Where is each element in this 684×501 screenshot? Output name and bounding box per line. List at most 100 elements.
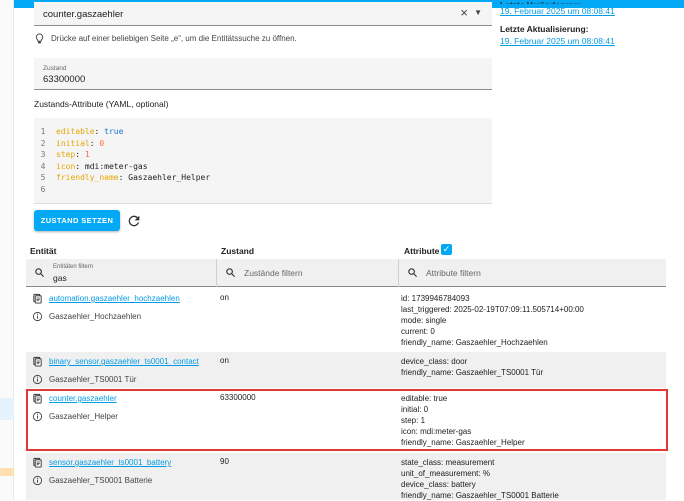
state-timestamps: Letzte Veränderung: 19. Februar 2025 um … [500, 0, 680, 54]
line-number: 3 [40, 150, 46, 159]
entity-id-link[interactable]: automation.gaszaehler_hochzaehlen [49, 294, 180, 303]
attribute-line: current: 0 [401, 327, 435, 336]
entity-select-field[interactable]: counter.gaszaehler × ▼ [34, 2, 492, 26]
yaml-key: icon [56, 161, 76, 171]
attribute-line: id: 1739946784093 [401, 294, 470, 303]
entity-id-link[interactable]: binary_sensor.gaszaehler_ts0001_contact [49, 357, 199, 366]
yaml-colon: : [89, 138, 100, 148]
friendly-name-line: Gaszaehler_Hochzaehlen [32, 311, 141, 322]
table-row[interactable]: sensor.gaszaehler_ts0001_battery Gaszaehl… [26, 453, 666, 500]
table-row[interactable]: binary_sensor.gaszaehler_ts0001_contact G… [26, 352, 666, 388]
chevron-down-icon[interactable]: ▼ [474, 8, 482, 17]
attribute-line: friendly_name: Gaszaehler_Hochzaehlen [401, 338, 548, 347]
yaml-colon: : [94, 127, 105, 136]
attribute-line: mode: single [401, 316, 447, 325]
friendly-name-line: Gaszaehler_TS0001 Batterie [32, 475, 152, 486]
entity-id-line: sensor.gaszaehler_ts0001_battery [32, 457, 171, 468]
info-icon[interactable] [32, 475, 43, 486]
filter-row: Entitäten filtern gas Zustände filtern A… [26, 259, 666, 287]
line-number: 5 [40, 173, 46, 182]
attributes-cell: id: 1739946784093 last_triggered: 2025-02… [401, 293, 584, 348]
search-icon [226, 268, 236, 278]
lightbulb-icon [35, 32, 44, 44]
show-attributes-checkbox[interactable]: ✓ [441, 244, 452, 255]
attributes-cell: state_class: measurement unit_of_measurem… [401, 457, 559, 501]
yaml-value: 0 [99, 138, 105, 148]
friendly-name: Gaszaehler_TS0001 Batterie [49, 476, 153, 485]
sidebar-active-item[interactable] [0, 398, 14, 420]
attribute-filter-input[interactable]: Attribute filtern [399, 259, 666, 287]
set-state-button[interactable]: ZUSTAND SETZEN [34, 210, 120, 231]
last-updated-label: Letzte Aktualisierung: [500, 24, 589, 34]
yaml-key: initial [56, 138, 90, 148]
yaml-key: editable [56, 127, 95, 136]
line-number: 1 [40, 127, 46, 136]
line-number: 2 [40, 138, 46, 148]
entity-select-value: counter.gaszaehler [43, 9, 124, 20]
line-numbers: 1 2 3 4 5 6 [34, 126, 52, 195]
last-changed-link[interactable]: 19. Februar 2025 um 08:08:41 [500, 6, 680, 16]
friendly-name: Gaszaehler_Hochzaehlen [49, 312, 142, 321]
entity-filter-label: Entitäten filtern [53, 264, 94, 270]
friendly-name: Gaszaehler_TS0001 Tür [49, 375, 137, 384]
entity-filter-value: gas [53, 273, 67, 283]
sidebar [0, 0, 14, 500]
attribute-filter-placeholder: Attribute filtern [426, 268, 481, 278]
code-line: friendly_name: Gaszaehler_Helper [56, 172, 210, 184]
clear-icon[interactable]: × [460, 5, 468, 20]
last-updated-link[interactable]: 19. Februar 2025 um 08:08:41 [500, 36, 680, 46]
yaml-colon: : [75, 161, 85, 171]
attribute-line: friendly_name: Gaszaehler_TS0001 Tür [401, 368, 544, 377]
line-number: 4 [40, 161, 46, 171]
refresh-icon[interactable] [126, 213, 142, 229]
code-line: step: 1 [56, 149, 210, 161]
entity-id-line: binary_sensor.gaszaehler_ts0001_contact [32, 356, 199, 367]
yaml-colon: : [75, 150, 85, 159]
search-icon [408, 268, 418, 278]
column-header-entity[interactable]: Entität [30, 246, 56, 256]
attribute-line: device_class: battery [401, 480, 476, 489]
table-row[interactable]: automation.gaszaehler_hochzaehlen Gaszaeh… [26, 289, 666, 350]
yaml-colon: : [118, 173, 129, 182]
attribute-line: device_class: door [401, 357, 468, 366]
code-lines: editable: true initial: 0 step: 1 icon: mdi… [56, 126, 210, 195]
yaml-key: friendly_name [56, 173, 119, 182]
state-filter-placeholder: Zustände filtern [244, 268, 303, 278]
code-line: editable: true [56, 126, 210, 138]
entity-filter-input[interactable]: Entitäten filtern gas [26, 259, 216, 287]
line-number: 6 [40, 184, 46, 194]
state-input[interactable]: Zustand 63300000 [34, 58, 492, 90]
yaml-code-editor[interactable]: 123456 editable: true initial: 0 step: 1 ic… [34, 118, 492, 204]
list-icon[interactable] [32, 457, 43, 468]
state-cell: on [220, 293, 229, 302]
list-icon[interactable] [32, 356, 43, 367]
friendly-name-line: Gaszaehler_TS0001 Tür [32, 374, 136, 385]
state-input-value: 63300000 [43, 74, 86, 85]
entity-id-line: automation.gaszaehler_hochzaehlen [32, 293, 180, 304]
attribute-line: unit_of_measurement: % [401, 469, 490, 478]
column-header-state[interactable]: Zustand [221, 246, 254, 256]
code-line: initial: 0 [56, 138, 210, 150]
yaml-value: Gaszaehler_Helper [128, 173, 211, 182]
search-icon [35, 268, 45, 278]
sidebar-notification-marker [0, 468, 14, 476]
entity-id-link[interactable]: sensor.gaszaehler_ts0001_battery [49, 458, 171, 467]
yaml-value: true [104, 127, 124, 136]
attribute-line: friendly_name: Gaszaehler_TS0001 Batteri… [401, 491, 559, 500]
last-changed-label: Letzte Veränderung: [500, 0, 680, 4]
hint-text: Drücke auf einer beliebigen Seite „e“, u… [51, 33, 297, 43]
attribute-line: last_triggered: 2025-02-19T07:09:11.5057… [401, 305, 584, 314]
state-cell: 90 [220, 457, 229, 466]
yaml-value: 1 [84, 150, 90, 159]
state-filter-input[interactable]: Zustände filtern [217, 259, 397, 287]
state-cell: on [220, 356, 229, 365]
column-header-attributes: Attribute [404, 246, 440, 256]
state-input-label: Zustand [43, 65, 67, 72]
search-hint: Drücke auf einer beliebigen Seite „e“, u… [34, 31, 434, 45]
attribute-line: state_class: measurement [401, 458, 495, 467]
list-icon[interactable] [32, 293, 43, 304]
yaml-key: step [56, 150, 76, 159]
info-icon[interactable] [32, 374, 43, 385]
info-icon[interactable] [32, 311, 43, 322]
